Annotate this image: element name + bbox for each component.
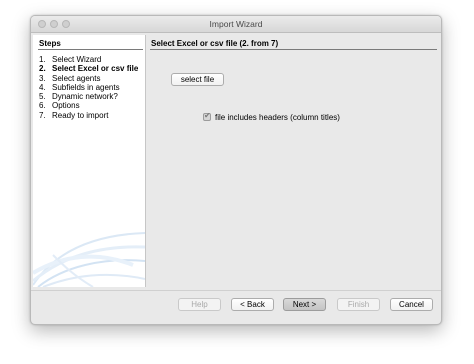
step-number: 7. xyxy=(39,110,46,120)
content-divider xyxy=(150,49,437,50)
finish-button[interactable]: Finish xyxy=(337,298,380,311)
help-button[interactable]: Help xyxy=(178,298,221,311)
step-label: Ready to import xyxy=(52,110,109,120)
step-label: Dynamic network? xyxy=(52,92,118,102)
step-title: Select Excel or csv file (2. from 7) xyxy=(151,39,279,48)
steps-header: Steps xyxy=(39,39,61,48)
checkmark-icon: ✔ xyxy=(204,111,211,120)
title-bar[interactable]: Import Wizard xyxy=(31,16,441,33)
headers-checkbox-label: file includes headers (column titles) xyxy=(215,113,340,122)
footer-divider xyxy=(31,290,441,291)
steps-divider xyxy=(38,49,143,50)
step-item: 7. Ready to import xyxy=(39,111,138,120)
step-item: 3. Select agents xyxy=(39,74,138,83)
step-item: 5. Dynamic network? xyxy=(39,92,138,101)
next-button[interactable]: Next > xyxy=(283,298,326,311)
headers-checkbox[interactable]: ✔ xyxy=(203,111,211,121)
step-number: 3. xyxy=(39,73,46,83)
step-label: Select Excel or csv file xyxy=(52,64,139,74)
window-title: Import Wizard xyxy=(209,19,263,29)
step-item: 4. Subfields in agents xyxy=(39,83,138,92)
cancel-button[interactable]: Cancel xyxy=(390,298,433,311)
step-label: Select agents xyxy=(52,73,101,83)
step-number: 6. xyxy=(39,101,46,111)
step-label: Options xyxy=(52,101,80,111)
step-number: 4. xyxy=(39,82,46,92)
select-file-button[interactable]: select file xyxy=(171,73,224,86)
steps-panel: Steps 1. Select Wizard 2. Select Excel or … xyxy=(33,35,146,287)
import-wizard-window: Import Wizard Steps 1. Select Wizard 2. Se… xyxy=(30,15,442,325)
step-label: Subfields in agents xyxy=(52,82,120,92)
back-button[interactable]: < Back xyxy=(231,298,274,311)
step-item-current: 2. Select Excel or csv file xyxy=(39,64,138,73)
step-number: 5. xyxy=(39,92,46,102)
swirl-watermark-icon xyxy=(33,232,145,287)
step-number: 2. xyxy=(39,64,46,74)
step-item: 6. Options xyxy=(39,101,138,110)
step-item: 1. Select Wizard xyxy=(39,55,138,64)
step-label: Select Wizard xyxy=(52,55,102,64)
steps-list: 1. Select Wizard 2. Select Excel or csv fi… xyxy=(39,55,138,120)
step-number: 1. xyxy=(39,55,46,64)
